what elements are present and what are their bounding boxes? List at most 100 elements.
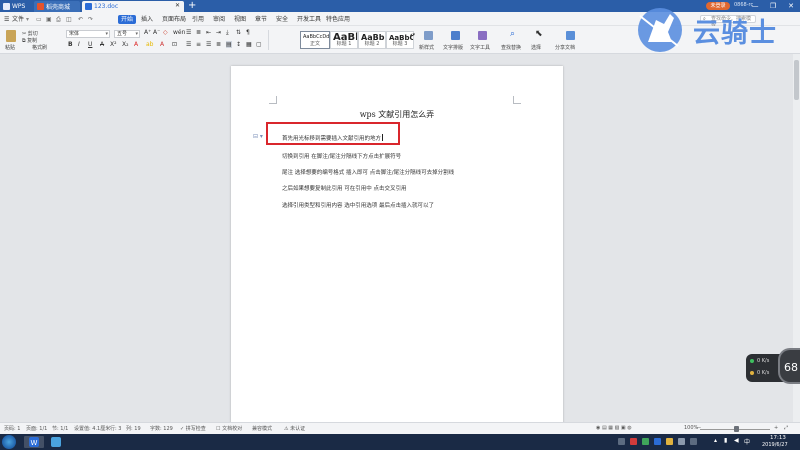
unauth-button[interactable]: ⚠ 未认证 xyxy=(284,425,305,432)
undo-icon[interactable]: ↶ xyxy=(78,15,83,24)
superscript-icon[interactable]: X² xyxy=(110,41,117,48)
paste-button[interactable]: 粘贴 xyxy=(5,44,15,51)
doc-line-2[interactable]: 切换到引用 在脚注/尾注分隔线下方点击扩展符号 xyxy=(282,152,401,160)
select-icon[interactable]: ⬉ xyxy=(535,29,543,39)
tray-icon-1[interactable] xyxy=(618,438,625,445)
highlight-icon[interactable]: ab xyxy=(146,41,154,48)
font-color-icon[interactable]: A xyxy=(134,41,138,48)
network-icon[interactable]: ▮ xyxy=(724,437,727,444)
distributed-icon[interactable]: ▤ xyxy=(226,41,232,48)
tray-icon-4[interactable] xyxy=(654,438,661,445)
tray-icon-3[interactable] xyxy=(642,438,649,445)
menu-developer[interactable]: 开发工具 xyxy=(297,15,321,24)
tray-icon-2[interactable] xyxy=(630,438,637,445)
scrollbar-thumb[interactable] xyxy=(794,60,799,100)
zoom-in-button[interactable]: + xyxy=(774,425,778,431)
doc-line-5[interactable]: 选择引用类型和引用内容 选中引用选项 最后点击插入就可以了 xyxy=(282,201,434,209)
new-style-icon[interactable] xyxy=(424,31,433,40)
fit-page-icon[interactable]: ⤢ xyxy=(784,425,788,431)
spell-check-button[interactable]: ✓ 拼写检查 xyxy=(180,425,206,432)
decrease-indent-icon[interactable]: ⇤ xyxy=(206,29,211,36)
tray-icon-6[interactable] xyxy=(678,438,685,445)
sort-icon[interactable]: ⇅ xyxy=(236,29,241,36)
strikethrough-icon[interactable]: A xyxy=(100,41,104,48)
italic-icon[interactable]: I xyxy=(78,41,80,48)
chinese-layout-icon[interactable]: ⤓ xyxy=(226,29,229,37)
numbered-list-icon[interactable]: ≣ xyxy=(196,29,201,36)
menu-page-layout[interactable]: 页面布局 xyxy=(162,15,186,24)
doc-proof-button[interactable]: ☐ 文档校对 xyxy=(216,425,242,432)
share-doc-button[interactable]: 分享文档 xyxy=(555,44,575,51)
styles-more-icon[interactable]: ▴▾ xyxy=(410,32,415,38)
clock-date[interactable]: 2019/6/27 xyxy=(762,442,788,448)
find-replace-icon[interactable]: ⌕ xyxy=(510,29,515,39)
text-tools-icon[interactable] xyxy=(478,31,487,40)
copy-button[interactable]: ⧉ 复制 xyxy=(22,37,37,44)
new-style-button[interactable]: 新样式 xyxy=(419,44,434,51)
zoom-out-button[interactable]: — xyxy=(696,425,701,431)
print-icon[interactable]: ⎙ xyxy=(56,15,61,24)
hamburger-icon[interactable]: ☰ xyxy=(4,15,9,24)
close-tab-icon[interactable]: ✕ xyxy=(175,2,180,9)
tray-icon-5[interactable] xyxy=(666,438,673,445)
text-layout-button[interactable]: 文字排版 xyxy=(443,44,463,51)
redo-icon[interactable]: ↷ xyxy=(88,15,93,24)
shading-icon[interactable]: ▦ xyxy=(246,41,252,48)
style-heading-2[interactable]: AaBb( 标题 2 xyxy=(358,31,386,49)
status-words[interactable]: 字数: 129 xyxy=(150,425,173,432)
view-mode-icons[interactable]: ◉ ▤ ▦ ▧ ▣ ◍ xyxy=(596,425,632,431)
menu-chapter[interactable]: 章节 xyxy=(255,15,267,24)
style-heading-1[interactable]: AaBb 标题 1 xyxy=(330,31,358,49)
open-icon[interactable]: ▭ xyxy=(36,15,42,24)
menu-file[interactable]: 文件 xyxy=(12,15,24,24)
line-spacing-icon[interactable]: ↕ xyxy=(236,41,241,48)
taskbar-wps-app[interactable]: W xyxy=(24,436,44,448)
document-title[interactable]: wps 文献引用怎么弄 xyxy=(231,109,563,120)
char-border-icon[interactable]: ⊡ xyxy=(172,41,177,48)
shrink-font-icon[interactable]: A⁻ xyxy=(153,29,160,36)
subscript-icon[interactable]: X₂ xyxy=(122,41,129,48)
font-name-select[interactable]: 宋体 xyxy=(66,30,110,38)
phonetic-icon[interactable]: wén xyxy=(173,29,185,36)
menu-security[interactable]: 安全 xyxy=(276,15,288,24)
increase-indent-icon[interactable]: ⇥ xyxy=(216,29,221,36)
tab-docer-store[interactable]: 稻壳商城 xyxy=(34,1,80,12)
volume-icon[interactable]: ◀ xyxy=(734,437,739,444)
clear-format-icon[interactable]: ◇ xyxy=(163,29,168,36)
preview-icon[interactable]: ◫ xyxy=(66,15,72,24)
zoom-slider-knob[interactable] xyxy=(734,426,739,432)
chevron-down-icon[interactable]: ▾ xyxy=(26,15,29,24)
start-button[interactable] xyxy=(2,435,16,449)
align-center-icon[interactable]: ≡ xyxy=(196,41,201,48)
find-replace-button[interactable]: 查找替换 xyxy=(501,44,521,51)
menu-view[interactable]: 视图 xyxy=(234,15,246,24)
bold-icon[interactable]: B xyxy=(68,41,73,48)
doc-line-4[interactable]: 之后如果想要复制此引用 可在引用中 点击交叉引用 xyxy=(282,184,407,192)
tab-document[interactable]: 123.doc ✕ xyxy=(82,1,184,12)
tray-icon-7[interactable] xyxy=(690,438,697,445)
text-layout-icon[interactable] xyxy=(451,31,460,40)
align-left-icon[interactable]: ☰ xyxy=(186,41,191,48)
paragraph-handle-icon[interactable]: ⊟ ▾ xyxy=(253,133,263,140)
cut-button[interactable]: ✂ 剪切 xyxy=(22,30,38,37)
tab-wps[interactable]: WPS xyxy=(0,1,34,12)
text-tools-button[interactable]: 文字工具 xyxy=(470,44,490,51)
taskbar-second-app[interactable] xyxy=(46,436,66,448)
text-color-icon[interactable]: A xyxy=(160,41,164,48)
doc-line-1[interactable]: 首先用光标移到需要插入文献引用的地方 xyxy=(282,134,384,142)
paste-icon[interactable] xyxy=(6,30,16,42)
document-page[interactable]: wps 文献引用怎么弄 首先用光标移到需要插入文献引用的地方 切换到引用 在脚注… xyxy=(231,66,563,426)
grow-font-icon[interactable]: A⁺ xyxy=(144,29,151,36)
align-right-icon[interactable]: ☰ xyxy=(206,41,211,48)
show-hidden-icons-icon[interactable]: ▴ xyxy=(714,437,717,444)
share-doc-icon[interactable] xyxy=(566,31,575,40)
menu-home[interactable]: 开始 xyxy=(118,15,137,24)
show-marks-icon[interactable]: ¶ xyxy=(246,29,250,36)
menu-insert[interactable]: 插入 xyxy=(141,15,153,24)
bullet-list-icon[interactable]: ☰ xyxy=(186,29,191,36)
doc-line-3[interactable]: 尾注 选择想要的编号格式 插入即可 点击脚注/尾注分隔线可去掉分割线 xyxy=(282,168,454,176)
select-button[interactable]: 选择 xyxy=(531,44,541,51)
font-size-select[interactable]: 五号 xyxy=(114,30,140,38)
style-normal[interactable]: AaBbCcDd 正文 xyxy=(300,31,330,49)
format-painter-button[interactable]: 格式刷 xyxy=(32,44,47,51)
